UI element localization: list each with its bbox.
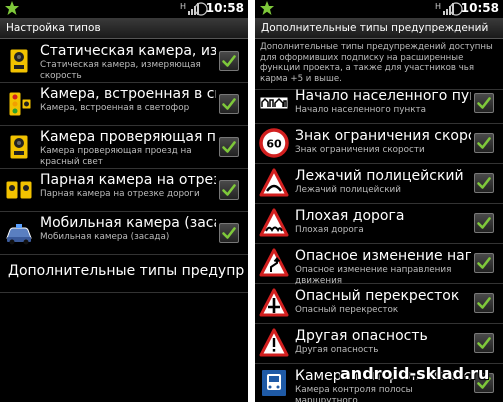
enabled-checkbox[interactable] xyxy=(474,93,494,113)
crossroad-sign-icon xyxy=(259,288,289,318)
item-subtitle: Другая опасность xyxy=(295,345,379,355)
app-star-icon xyxy=(260,1,274,15)
item-subtitle: Знак ограничения скорости xyxy=(295,145,425,155)
item-subtitle: Плохая дорога xyxy=(295,225,364,235)
enabled-checkbox[interactable] xyxy=(219,223,239,243)
list-item[interactable]: Камера, встроенная в светофорКамера, вст… xyxy=(0,82,248,126)
danger-sign-icon xyxy=(259,328,289,358)
traffic-light-camera-icon xyxy=(4,89,34,119)
item-title: Лежачий полицейский xyxy=(295,168,464,184)
bus-lane-camera-icon xyxy=(259,368,289,398)
list-item[interactable]: Начало населенного пунктаНачало населенн… xyxy=(255,83,503,124)
list-item[interactable]: Плохая дорога Плохая дорога xyxy=(255,203,503,244)
more-types-item[interactable]: Дополнительные типы предупреждений xyxy=(0,254,248,293)
enabled-checkbox[interactable] xyxy=(474,293,494,313)
dangerous-turn-sign-icon xyxy=(259,248,289,278)
network-type-label: H xyxy=(179,2,186,11)
list-item[interactable]: Статическая камера, измеряющаяСтатическа… xyxy=(0,39,248,83)
left-screen: H 10:58 Настройка типов Статическая каме… xyxy=(0,0,248,402)
right-screen: H 10:58 Дополнительные типы предупрежден… xyxy=(255,0,503,402)
item-subtitle: Статическая камера, измеряющая скорость xyxy=(40,60,201,81)
list-item[interactable]: 60 Знак ограничения скоростиЗнак ограниче… xyxy=(255,123,503,164)
item-subtitle: Парная камера на отрезке дороги xyxy=(40,189,200,199)
double-camera-icon xyxy=(4,175,34,205)
enabled-checkbox[interactable] xyxy=(474,253,494,273)
network-type-label: H xyxy=(434,2,441,11)
screen-title: Дополнительные типы предупреждений xyxy=(255,18,503,39)
camera-icon xyxy=(4,46,34,76)
police-car-icon xyxy=(4,218,34,248)
speed-limit-sign-icon: 60 xyxy=(259,128,289,158)
speed-bump-sign-icon xyxy=(259,168,289,198)
more-types-label: Дополнительные типы предупреждений xyxy=(8,263,244,279)
item-title: Знак ограничения скорости xyxy=(295,128,471,144)
item-subtitle: Лежачий полицейский xyxy=(295,185,401,195)
item-subtitle: Мобильная камера (засада) xyxy=(40,232,170,242)
clock: 10:58 xyxy=(205,1,244,15)
enabled-checkbox[interactable] xyxy=(219,137,239,157)
status-bar: H 10:58 xyxy=(0,0,248,18)
list-item[interactable]: Другая опасность Другая опасность xyxy=(255,323,503,364)
enabled-checkbox[interactable] xyxy=(474,133,494,153)
list-item[interactable]: Мобильная камера (засада)Мобильная камер… xyxy=(0,211,248,255)
app-star-icon xyxy=(5,1,19,15)
list-item[interactable]: Опасное изменение направленияОпасное изм… xyxy=(255,243,503,286)
item-title: Плохая дорога xyxy=(295,208,405,224)
item-subtitle: Камера контроля полосы маршрутного xyxy=(295,385,413,402)
item-title: Камера, встроенная в светофор xyxy=(40,86,216,102)
item-subtitle: Камера проверяющая проезд на красный све… xyxy=(40,146,192,167)
item-subtitle: Камера, встроенная в светофор xyxy=(40,103,190,113)
enabled-checkbox[interactable] xyxy=(474,213,494,233)
item-subtitle: Опасный перекресток xyxy=(295,305,399,315)
enabled-checkbox[interactable] xyxy=(219,94,239,114)
item-title: Другая опасность xyxy=(295,328,428,344)
item-title: Опасное изменение направления xyxy=(295,248,471,264)
watermark: android-sklad.ru xyxy=(340,364,490,383)
item-title: Начало населенного пункта xyxy=(295,88,471,104)
item-title: Мобильная камера (засада) xyxy=(40,215,216,231)
list-item[interactable]: Камера проверяющая проезд на красныйКаме… xyxy=(0,125,248,169)
item-title: Камера проверяющая проезд на красный xyxy=(40,129,216,145)
list-item[interactable]: Лежачий полицейский Лежачий полицейский xyxy=(255,163,503,204)
enabled-checkbox[interactable] xyxy=(219,180,239,200)
settlement-sign-icon xyxy=(259,88,289,118)
list-item[interactable]: Парная камера на отрезке дорогиПарная ка… xyxy=(0,168,248,212)
enabled-checkbox[interactable] xyxy=(474,333,494,353)
item-title: Парная камера на отрезке дороги xyxy=(40,172,216,188)
item-title: Статическая камера, измеряющая xyxy=(40,43,216,59)
screen-title: Настройка типов xyxy=(0,18,248,39)
svg-text:60: 60 xyxy=(266,138,282,151)
status-bar: H 10:58 xyxy=(255,0,503,18)
item-subtitle: Начало населенного пункта xyxy=(295,105,427,115)
clock: 10:58 xyxy=(460,1,499,15)
camera-icon xyxy=(4,132,34,162)
bad-road-sign-icon xyxy=(259,208,289,238)
enabled-checkbox[interactable] xyxy=(474,173,494,193)
item-title: Опасный перекресток xyxy=(295,288,460,304)
enabled-checkbox[interactable] xyxy=(219,51,239,71)
list-item[interactable]: Опасный перекресток Опасный перекресток xyxy=(255,283,503,324)
